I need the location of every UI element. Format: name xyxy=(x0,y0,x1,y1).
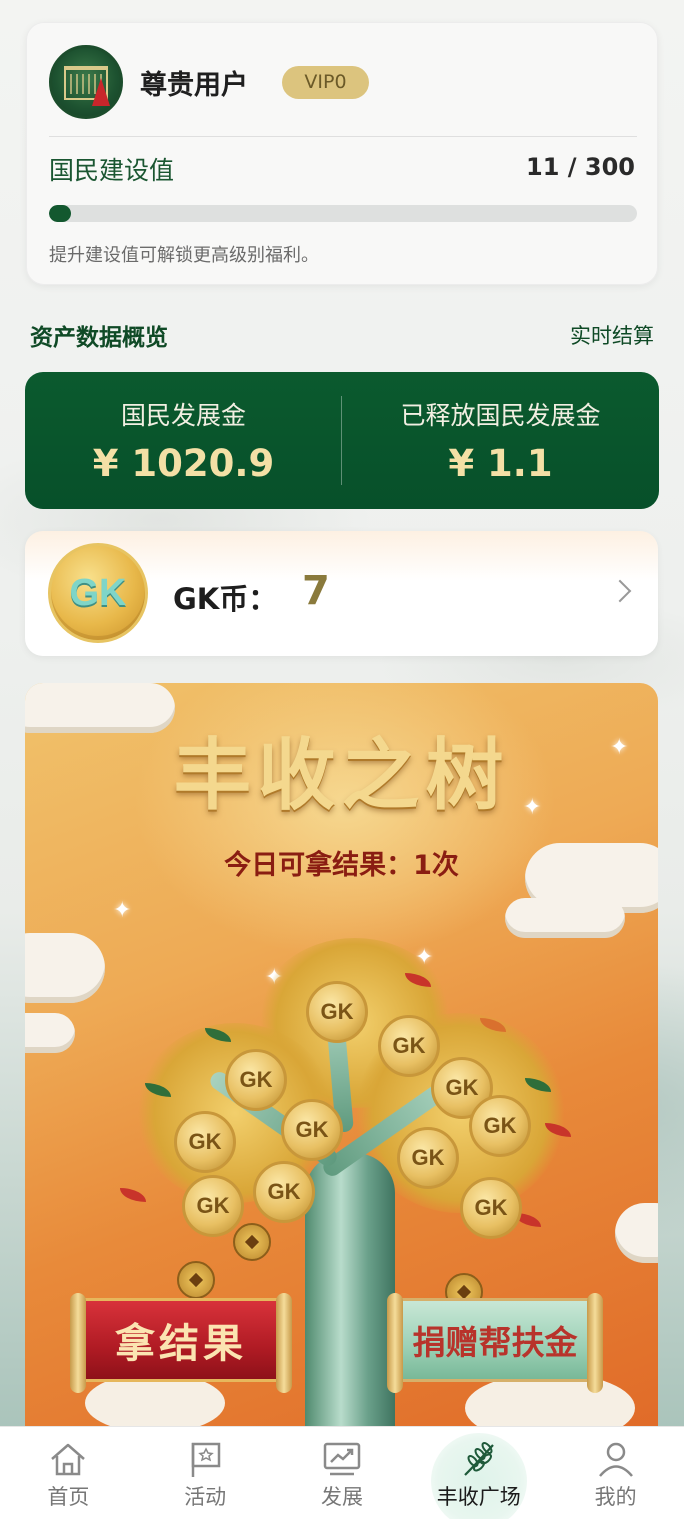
realtime-settlement-link[interactable]: 实时结算 xyxy=(570,320,654,350)
wheat-icon xyxy=(464,1442,494,1476)
tree-coin-icon: GK xyxy=(306,981,368,1043)
divider xyxy=(49,136,637,137)
score-hint: 提升建设值可解锁更高级别福利。 xyxy=(49,245,319,266)
gk-coin-icon: GK xyxy=(48,543,148,646)
tree-coin-icon: GK xyxy=(253,1161,315,1223)
tree-coin-icon: GK xyxy=(225,1049,287,1111)
scroll-roll xyxy=(387,1293,403,1393)
scroll-roll xyxy=(587,1293,603,1393)
vip-badge: VIP0 xyxy=(282,66,369,99)
tree-coin-icon: GK xyxy=(378,1015,440,1077)
harvest-button[interactable]: 拿结果 xyxy=(70,1293,292,1393)
ancient-coin-icon xyxy=(177,1261,215,1299)
sparkle-icon: ✦ xyxy=(610,735,629,760)
avatar[interactable] xyxy=(49,45,123,119)
chart-icon xyxy=(323,1442,361,1476)
tab-profile-label: 我的 xyxy=(594,1485,637,1509)
gk-coin-icon-text: GK xyxy=(69,572,127,614)
cloud-decoration xyxy=(505,898,625,938)
cloud-decoration xyxy=(25,933,105,1003)
tree-coin-icon: GK xyxy=(281,1099,343,1161)
user-card: 尊贵用户 VIP0 国民建设值 11 / 300 提升建设值可解锁更高级别福利。 xyxy=(26,22,658,285)
sparkle-icon: ✦ xyxy=(523,795,542,820)
tab-activity-label: 活动 xyxy=(184,1485,227,1509)
bottom-tab-bar: 首页 活动 发展 丰收广场 我的 xyxy=(0,1426,684,1519)
released-fund[interactable]: 已释放国民发展金 ¥ 1.1 xyxy=(342,372,659,509)
tab-profile[interactable]: 我的 xyxy=(547,1427,684,1519)
donate-button[interactable]: 捐赠帮扶金 xyxy=(387,1293,603,1393)
tree-coin-icon: GK xyxy=(182,1175,244,1237)
tab-harvest-square[interactable]: 丰收广场 xyxy=(410,1427,547,1519)
gk-coin-value: 7 xyxy=(302,568,330,614)
donate-button-label: 捐赠帮扶金 xyxy=(412,1323,578,1362)
flag-icon xyxy=(191,1442,221,1477)
development-fund-value: ¥ 1020.9 xyxy=(92,442,275,485)
released-fund-label: 已释放国民发展金 xyxy=(400,401,601,430)
score-value: 11 / 300 xyxy=(526,153,635,181)
score-progress-bar xyxy=(49,205,637,222)
cloud-decoration xyxy=(25,1013,75,1053)
cloud-decoration xyxy=(615,1203,658,1263)
tree-icon xyxy=(92,78,110,106)
scroll-roll xyxy=(70,1293,86,1393)
development-fund[interactable]: 国民发展金 ¥ 1020.9 xyxy=(25,372,342,509)
tab-home[interactable]: 首页 xyxy=(0,1427,137,1519)
tree-coin-icon: GK xyxy=(469,1095,531,1157)
tab-development-label: 发展 xyxy=(320,1485,363,1509)
assets-section-title: 资产数据概览 xyxy=(30,325,168,351)
tree-coin-icon: GK xyxy=(397,1127,459,1189)
sparkle-icon: ✦ xyxy=(113,898,132,923)
scroll-roll xyxy=(276,1293,292,1393)
user-name: 尊贵用户 xyxy=(140,70,248,101)
development-fund-label: 国民发展金 xyxy=(120,401,246,430)
gk-coin-label: GK币： xyxy=(173,582,278,616)
tree-coin-icon: GK xyxy=(174,1111,236,1173)
banner-subtitle: 今日可拿结果：1次 xyxy=(224,850,459,881)
score-progress-fill xyxy=(49,205,71,222)
user-icon xyxy=(598,1442,633,1477)
harvest-button-label: 拿结果 xyxy=(115,1320,247,1367)
assets-card: 国民发展金 ¥ 1020.9 已释放国民发展金 ¥ 1.1 xyxy=(25,372,659,509)
released-fund-value: ¥ 1.1 xyxy=(448,442,553,485)
home-icon xyxy=(51,1443,86,1476)
tab-home-label: 首页 xyxy=(47,1485,90,1509)
harvest-tree-banner: 丰收之树 今日可拿结果：1次 ✦ ✦ ✦ ✦ ✦ GK GK GK GK GK … xyxy=(25,683,658,1443)
ancient-coin-icon xyxy=(233,1223,271,1261)
gk-coin-card[interactable]: GK GK币： 7 xyxy=(25,531,658,656)
tree-coin-icon: GK xyxy=(460,1177,522,1239)
leaf-decoration xyxy=(120,1188,146,1202)
tree-trunk xyxy=(305,1153,395,1443)
tab-harvest-square-label: 丰收广场 xyxy=(436,1485,521,1509)
tab-activity[interactable]: 活动 xyxy=(137,1427,274,1519)
tab-development[interactable]: 发展 xyxy=(274,1427,411,1519)
score-label: 国民建设值 xyxy=(49,156,175,185)
cloud-decoration xyxy=(85,1373,225,1433)
banner-title: 丰收之树 xyxy=(173,730,510,821)
chevron-right-icon xyxy=(608,579,632,603)
